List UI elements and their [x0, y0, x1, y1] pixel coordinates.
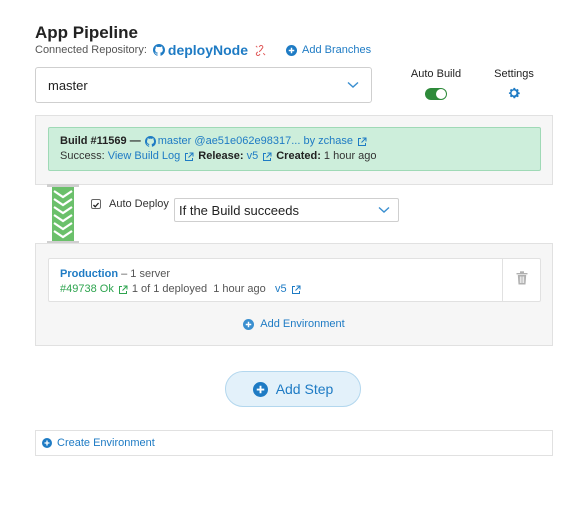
github-icon: [144, 136, 156, 147]
auto-build-toggle[interactable]: [425, 88, 447, 100]
auto-deploy-label: Auto Deploy: [109, 198, 169, 210]
chevron-down-icon: [347, 81, 359, 89]
build-branch-link[interactable]: master: [158, 134, 192, 149]
release-status-link[interactable]: #49738 Ok: [60, 282, 114, 297]
plus-circle-icon: [252, 381, 268, 397]
production-version-link[interactable]: v5: [275, 282, 287, 297]
auto-deploy-condition-select[interactable]: If the Build succeeds: [174, 198, 399, 222]
gear-icon[interactable]: [507, 86, 521, 100]
add-step-label: Add Step: [275, 381, 334, 397]
server-count: – 1 server: [121, 268, 171, 280]
build-title: Build #11569 —: [60, 135, 141, 147]
auto-deploy-condition-value: If the Build succeeds: [179, 202, 299, 218]
production-section: Production – 1 server #49738 Ok 1 of 1 d…: [35, 243, 553, 346]
settings-control: Settings: [490, 68, 538, 103]
add-step-button[interactable]: Add Step: [225, 371, 361, 407]
chevron-down-icon: [378, 206, 390, 214]
trash-icon: [516, 270, 528, 290]
page-title: App Pipeline: [35, 23, 138, 42]
create-environment-button[interactable]: Create Environment: [35, 430, 553, 456]
plus-circle-icon: [243, 318, 255, 330]
deploy-time: 1 hour ago: [213, 283, 266, 295]
branch-select[interactable]: master: [35, 67, 372, 103]
external-link-icon[interactable]: [291, 285, 301, 295]
pipeline-connector: [47, 184, 79, 244]
build-section: Build #11569 — master @ae51e062e98317...…: [35, 115, 553, 185]
release-label: Release:: [198, 150, 244, 162]
build-status-label: Success:: [60, 150, 105, 162]
build-card: Build #11569 — master @ae51e062e98317...…: [48, 127, 541, 171]
repo-label: Connected Repository:: [35, 44, 147, 56]
plus-circle-icon: [42, 438, 52, 448]
external-link-icon[interactable]: [118, 285, 128, 295]
add-environment-button[interactable]: Add Environment: [36, 318, 552, 330]
settings-label: Settings: [494, 68, 534, 80]
add-environment-label: Add Environment: [260, 318, 345, 330]
repo-name-link[interactable]: deployNode: [168, 42, 248, 58]
auto-build-label: Auto Build: [410, 68, 462, 80]
create-environment-label: Create Environment: [57, 437, 155, 449]
auto-deploy-control: Auto Deploy: [91, 198, 169, 210]
disconnect-repo-icon[interactable]: [255, 44, 266, 56]
build-commit-link[interactable]: @ae51e062e98317...: [194, 134, 300, 149]
build-author-link[interactable]: by zchase: [303, 134, 353, 149]
repo-line: Connected Repository: deployNode Add Bra…: [35, 42, 371, 58]
deployed-count: 1 of 1 deployed: [131, 283, 208, 295]
external-link-icon[interactable]: [262, 152, 272, 162]
add-branches-button[interactable]: Add Branches: [286, 44, 371, 56]
created-value: 1 hour ago: [323, 150, 377, 162]
delete-environment-button[interactable]: [502, 259, 540, 301]
created-label: Created:: [276, 150, 321, 162]
production-card: Production – 1 server #49738 Ok 1 of 1 d…: [48, 258, 541, 302]
plus-circle-icon: [286, 44, 298, 56]
production-link[interactable]: Production: [60, 267, 118, 282]
add-branches-label: Add Branches: [302, 44, 372, 56]
auto-build-control: Auto Build: [405, 68, 467, 100]
auto-deploy-checkbox[interactable]: [91, 199, 101, 209]
external-link-icon[interactable]: [184, 152, 194, 162]
branch-select-value: master: [48, 77, 88, 93]
view-build-log-link[interactable]: View Build Log: [108, 149, 181, 164]
github-icon: [152, 44, 165, 56]
external-link-icon[interactable]: [357, 137, 367, 147]
release-link[interactable]: v5: [247, 149, 259, 164]
